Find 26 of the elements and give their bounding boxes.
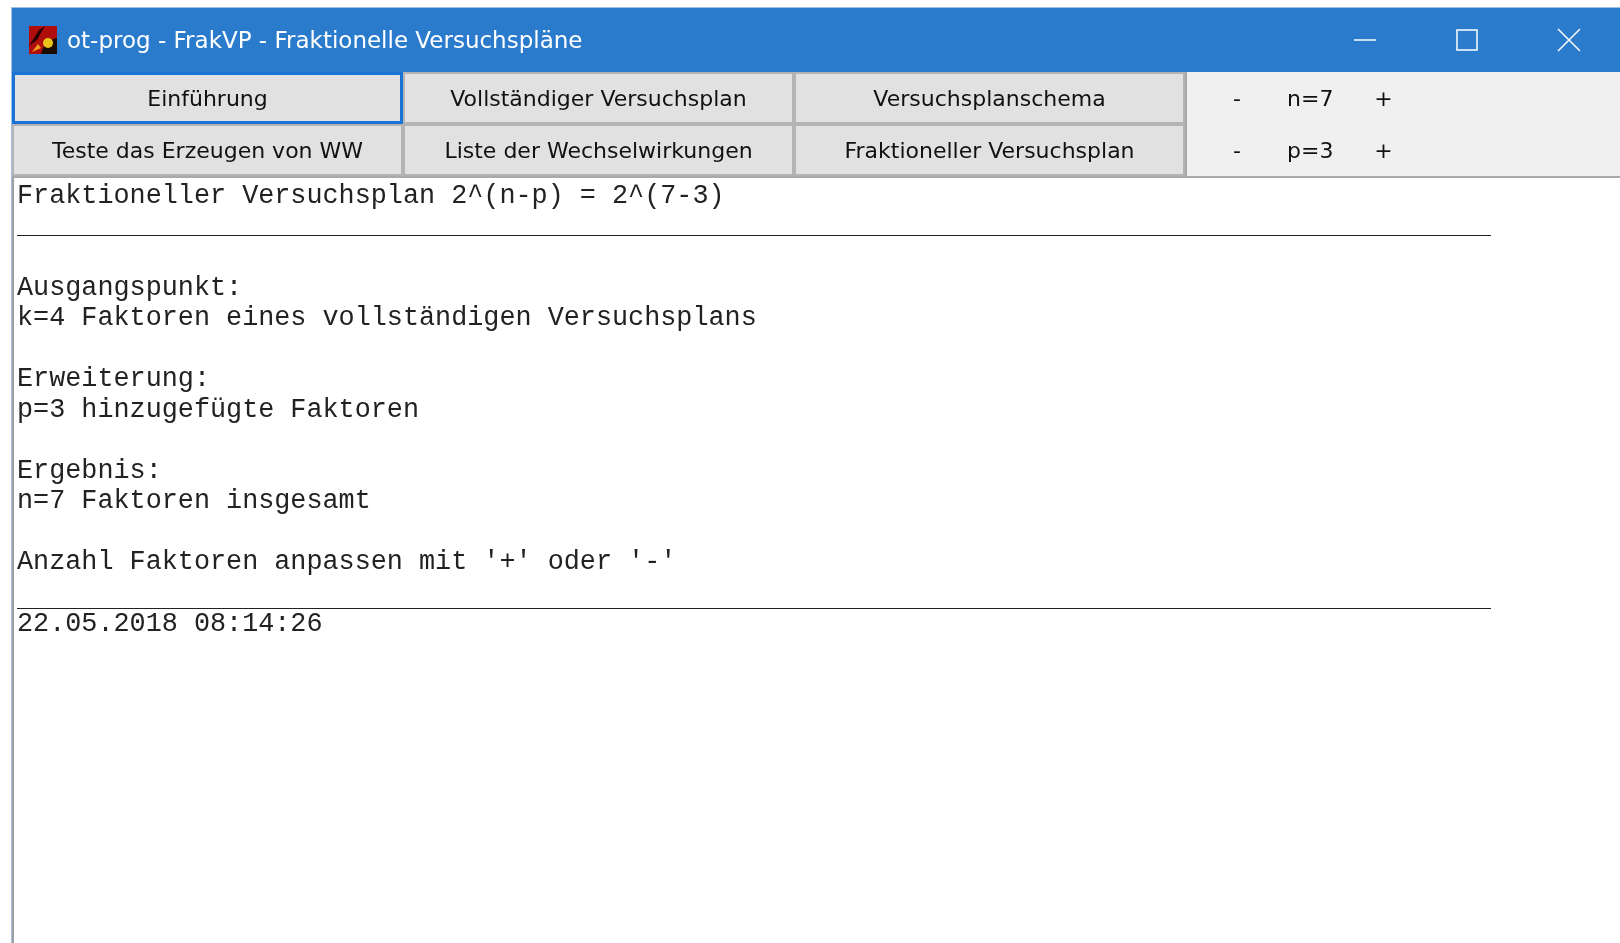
app-icon: [29, 26, 57, 54]
maximize-icon: [1455, 28, 1479, 52]
section-label: Ergebnis:: [17, 455, 163, 486]
toolbar-button[interactable]: Liste der Wechselwirkungen: [403, 124, 794, 176]
section-text: n=7 Faktoren insgesamt: [17, 486, 372, 517]
decrement-button[interactable]: -: [1217, 85, 1257, 111]
output-heading: Fraktioneller Versuchsplan 2^(n-p) = 2^(7-3): [17, 181, 726, 212]
toolbar-button[interactable]: Einführung: [12, 72, 403, 124]
increment-button[interactable]: +: [1363, 85, 1404, 111]
minimize-icon: [1353, 39, 1377, 41]
toolbar-button[interactable]: Vollständiger Versuchsplan: [403, 72, 794, 124]
decrement-button[interactable]: -: [1217, 137, 1257, 163]
section-text: k=4 Faktoren eines vollständigen Versuchsplans: [17, 303, 758, 334]
section-label: Erweiterung:: [17, 364, 211, 395]
increment-button[interactable]: +: [1363, 137, 1404, 163]
toolbar-button[interactable]: Teste das Erzeugen von WW: [12, 124, 403, 176]
hint-text: Anzahl Faktoren anpassen mit '+' oder '-': [17, 547, 678, 578]
counter-value: n=7: [1287, 85, 1334, 111]
counter-value: p=3: [1287, 137, 1334, 163]
close-icon: [1557, 28, 1581, 52]
toolbar-button[interactable]: Versuchsplanschema: [794, 72, 1185, 124]
section-text: p=3 hinzugefügte Faktoren: [17, 394, 421, 425]
toolbar-button[interactable]: Fraktioneller Versuchsplan: [794, 124, 1185, 176]
timestamp: 22.05.2018 08:14:26: [17, 609, 324, 640]
section-label: Ausgangspunkt:: [17, 272, 244, 303]
window-title: ot-prog - FrakVP - Fraktionelle Versuchspläne: [67, 27, 583, 53]
